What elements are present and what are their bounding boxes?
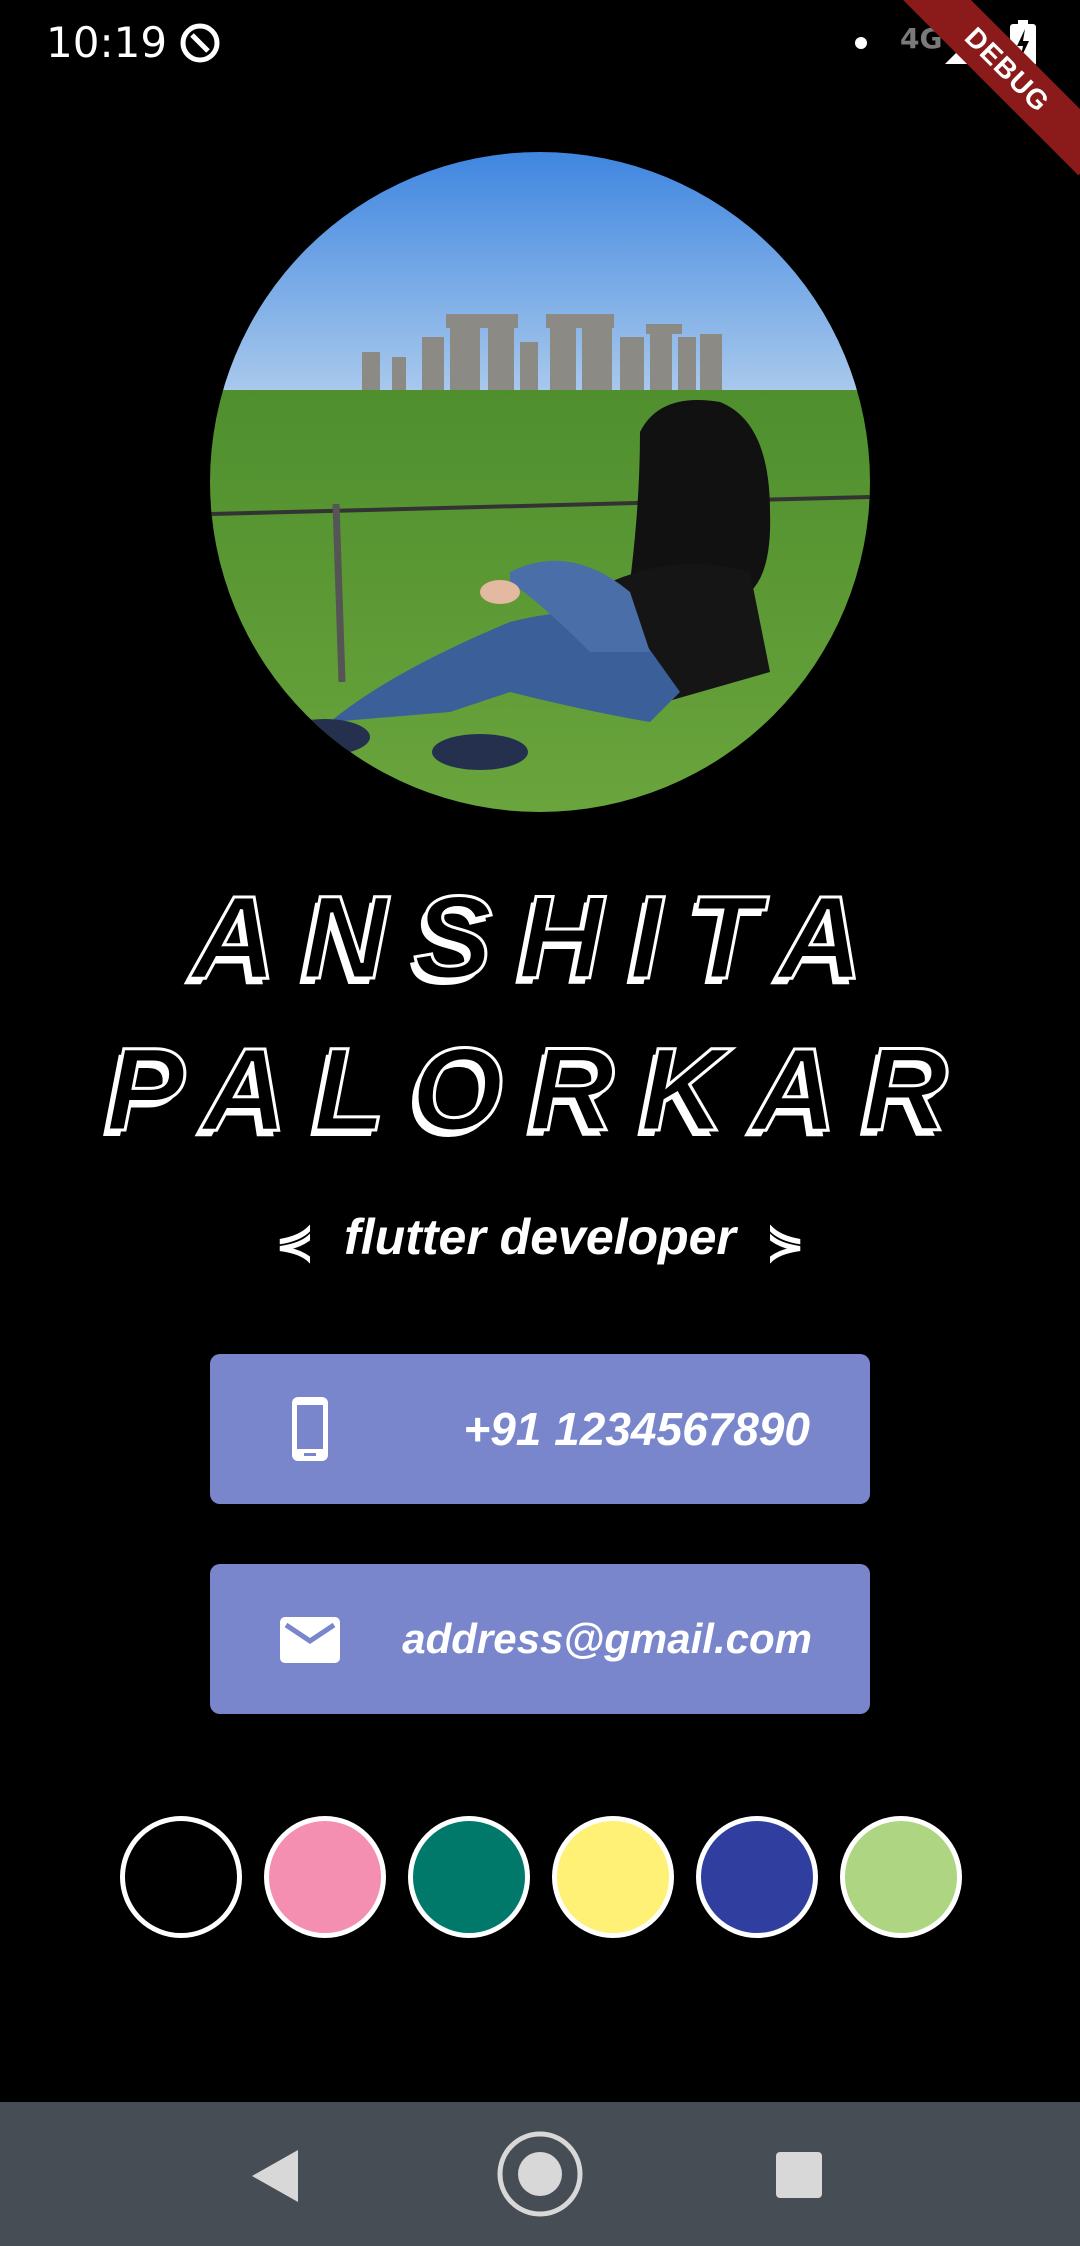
- color-swatch-black[interactable]: [120, 1816, 242, 1938]
- color-swatch-light-green[interactable]: [840, 1816, 962, 1938]
- email-icon: [280, 1617, 340, 1663]
- back-icon[interactable]: [252, 2150, 300, 2202]
- notification-dot-icon: [855, 37, 867, 49]
- color-swatch-pink[interactable]: [264, 1816, 386, 1938]
- profile-avatar: [210, 152, 870, 812]
- phone-icon: [292, 1397, 328, 1461]
- status-time: 10:19: [46, 18, 168, 67]
- phone-card[interactable]: +91 1234567890: [210, 1354, 870, 1504]
- phone-number: +91 1234567890: [463, 1403, 810, 1455]
- recents-icon[interactable]: [776, 2152, 822, 2198]
- left-chevron-icon: ⋞: [275, 1214, 315, 1267]
- color-swatch-teal[interactable]: [408, 1816, 530, 1938]
- email-address: address@gmail.com: [402, 1615, 812, 1662]
- name-last: PALORKAR: [105, 1023, 974, 1158]
- color-swatch-yellow[interactable]: [552, 1816, 674, 1938]
- email-card[interactable]: address@gmail.com: [210, 1564, 870, 1714]
- do-not-disturb-icon: [180, 23, 220, 63]
- job-title-text: flutter developer: [344, 1209, 736, 1265]
- right-chevron-icon: ⋟: [765, 1214, 805, 1267]
- home-icon[interactable]: [496, 2130, 584, 2218]
- job-title: ⋞ flutter developer ⋟: [0, 1208, 1080, 1268]
- system-nav-bar: [0, 2102, 1080, 2246]
- color-swatch-indigo[interactable]: [696, 1816, 818, 1938]
- name-first: ANSHITA: [190, 871, 889, 1006]
